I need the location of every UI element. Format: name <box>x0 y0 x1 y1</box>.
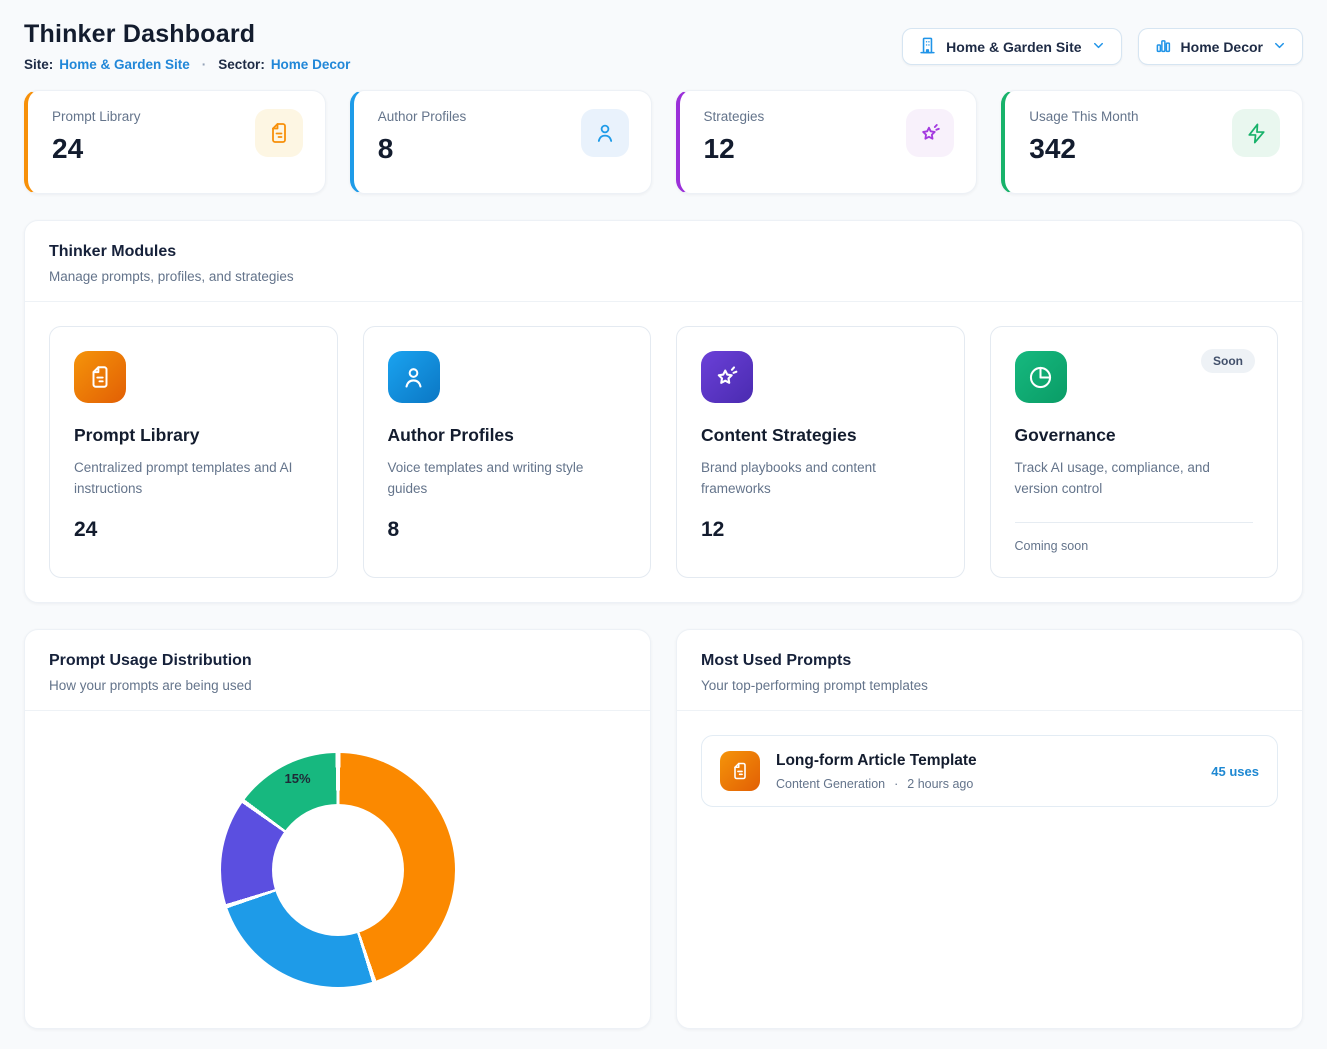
module-title: Governance <box>1015 425 1254 446</box>
separator-dot: · <box>202 57 207 72</box>
module-card-author-profiles[interactable]: Author Profiles Voice templates and writ… <box>363 326 652 578</box>
modules-title: Thinker Modules <box>49 243 1278 261</box>
prompt-usage-card: Prompt Usage Distribution How your promp… <box>24 629 651 1029</box>
usage-title: Prompt Usage Distribution <box>49 652 626 670</box>
usage-subtitle: How your prompts are being used <box>49 678 626 693</box>
prompt-item-text: Long-form Article Template Content Gener… <box>776 752 1195 791</box>
sparkle-star-icon <box>906 109 954 157</box>
chevron-down-icon <box>1091 38 1106 56</box>
header-selectors: Home & Garden Site Home Decor <box>902 28 1303 65</box>
page-title: Thinker Dashboard <box>24 20 350 49</box>
stat-text: Author Profiles 8 <box>378 109 467 165</box>
most-used-prompts-card: Most Used Prompts Your top-performing pr… <box>676 629 1303 1029</box>
stat-value: 24 <box>52 133 141 165</box>
stat-label: Prompt Library <box>52 109 141 124</box>
dashboard-page: Thinker Dashboard Site: Home & Garden Si… <box>0 0 1327 1049</box>
stat-value: 342 <box>1029 133 1138 165</box>
document-icon <box>255 109 303 157</box>
sector-selector-dropdown[interactable]: Home Decor <box>1138 28 1303 65</box>
slice-label: 15% <box>285 771 311 786</box>
site-link[interactable]: Home & Garden Site <box>59 57 190 72</box>
module-description: Centralized prompt templates and AI inst… <box>74 458 313 500</box>
thinker-modules-panel: Thinker Modules Manage prompts, profiles… <box>24 220 1303 603</box>
modules-panel-header: Thinker Modules Manage prompts, profiles… <box>25 221 1302 302</box>
most-used-subtitle: Your top-performing prompt templates <box>701 678 1278 693</box>
page-header: Thinker Dashboard Site: Home & Garden Si… <box>24 20 1303 72</box>
prompt-category: Content Generation <box>776 777 885 791</box>
person-icon <box>388 351 440 403</box>
prompt-uses-badge: 45 uses <box>1211 764 1259 779</box>
module-title: Content Strategies <box>701 425 940 446</box>
stat-card-usage: Usage This Month 342 <box>1001 90 1303 194</box>
module-title: Prompt Library <box>74 425 313 446</box>
header-left: Thinker Dashboard Site: Home & Garden Si… <box>24 20 350 72</box>
stat-value: 8 <box>378 133 467 165</box>
modules-subtitle: Manage prompts, profiles, and strategies <box>49 269 1278 284</box>
soon-badge: Soon <box>1201 349 1255 373</box>
stat-text: Strategies 12 <box>704 109 765 165</box>
bar-chart-icon <box>1154 36 1172 57</box>
document-icon <box>74 351 126 403</box>
stat-text: Usage This Month 342 <box>1029 109 1138 165</box>
usage-donut-chart: 15% <box>221 753 455 987</box>
module-description: Brand playbooks and content frameworks <box>701 458 940 500</box>
modules-grid: Prompt Library Centralized prompt templa… <box>25 302 1302 602</box>
module-card-prompt-library[interactable]: Prompt Library Centralized prompt templa… <box>49 326 338 578</box>
stat-label: Usage This Month <box>1029 109 1138 124</box>
sector-selector-label: Home Decor <box>1181 39 1263 55</box>
breadcrumb: Site: Home & Garden Site · Sector: Home … <box>24 57 350 72</box>
usage-card-header: Prompt Usage Distribution How your promp… <box>25 630 650 711</box>
prompt-time: 2 hours ago <box>907 777 973 791</box>
stat-value: 12 <box>704 133 765 165</box>
prompt-item-title: Long-form Article Template <box>776 752 1195 770</box>
stat-label: Author Profiles <box>378 109 467 124</box>
module-count: 12 <box>701 518 940 542</box>
stat-card-strategies: Strategies 12 <box>676 90 978 194</box>
module-count: 8 <box>388 518 627 542</box>
divider <box>1015 522 1254 523</box>
pie-chart-icon <box>1015 351 1067 403</box>
sector-link[interactable]: Home Decor <box>271 57 351 72</box>
prompt-item-meta: Content Generation · 2 hours ago <box>776 777 1195 791</box>
prompt-list-item[interactable]: Long-form Article Template Content Gener… <box>701 735 1278 807</box>
module-count: 24 <box>74 518 313 542</box>
lightning-icon <box>1232 109 1280 157</box>
stat-label: Strategies <box>704 109 765 124</box>
module-title: Author Profiles <box>388 425 627 446</box>
site-selector-dropdown[interactable]: Home & Garden Site <box>902 28 1121 65</box>
sparkle-star-icon <box>701 351 753 403</box>
most-used-title: Most Used Prompts <box>701 652 1278 670</box>
coming-soon-text: Coming soon <box>1015 539 1254 553</box>
separator-dot: · <box>894 777 898 791</box>
stat-card-author-profiles: Author Profiles 8 <box>350 90 652 194</box>
stat-text: Prompt Library 24 <box>52 109 141 165</box>
person-icon <box>581 109 629 157</box>
donut-hole <box>272 804 404 936</box>
module-description: Voice templates and writing style guides <box>388 458 627 500</box>
most-used-header: Most Used Prompts Your top-performing pr… <box>677 630 1302 711</box>
stats-row: Prompt Library 24 Author Profiles 8 <box>24 90 1303 194</box>
site-label: Site: <box>24 57 53 72</box>
stat-card-prompt-library: Prompt Library 24 <box>24 90 326 194</box>
prompt-list: Long-form Article Template Content Gener… <box>677 711 1302 831</box>
bottom-row: Prompt Usage Distribution How your promp… <box>24 629 1303 1029</box>
sector-label: Sector: <box>218 57 265 72</box>
module-card-governance[interactable]: Soon Governance Track AI usage, complian… <box>990 326 1279 578</box>
module-description: Track AI usage, compliance, and version … <box>1015 458 1254 500</box>
module-card-content-strategies[interactable]: Content Strategies Brand playbooks and c… <box>676 326 965 578</box>
chevron-down-icon <box>1272 38 1287 56</box>
document-icon <box>720 751 760 791</box>
building-icon <box>918 36 937 58</box>
site-selector-label: Home & Garden Site <box>946 39 1081 55</box>
